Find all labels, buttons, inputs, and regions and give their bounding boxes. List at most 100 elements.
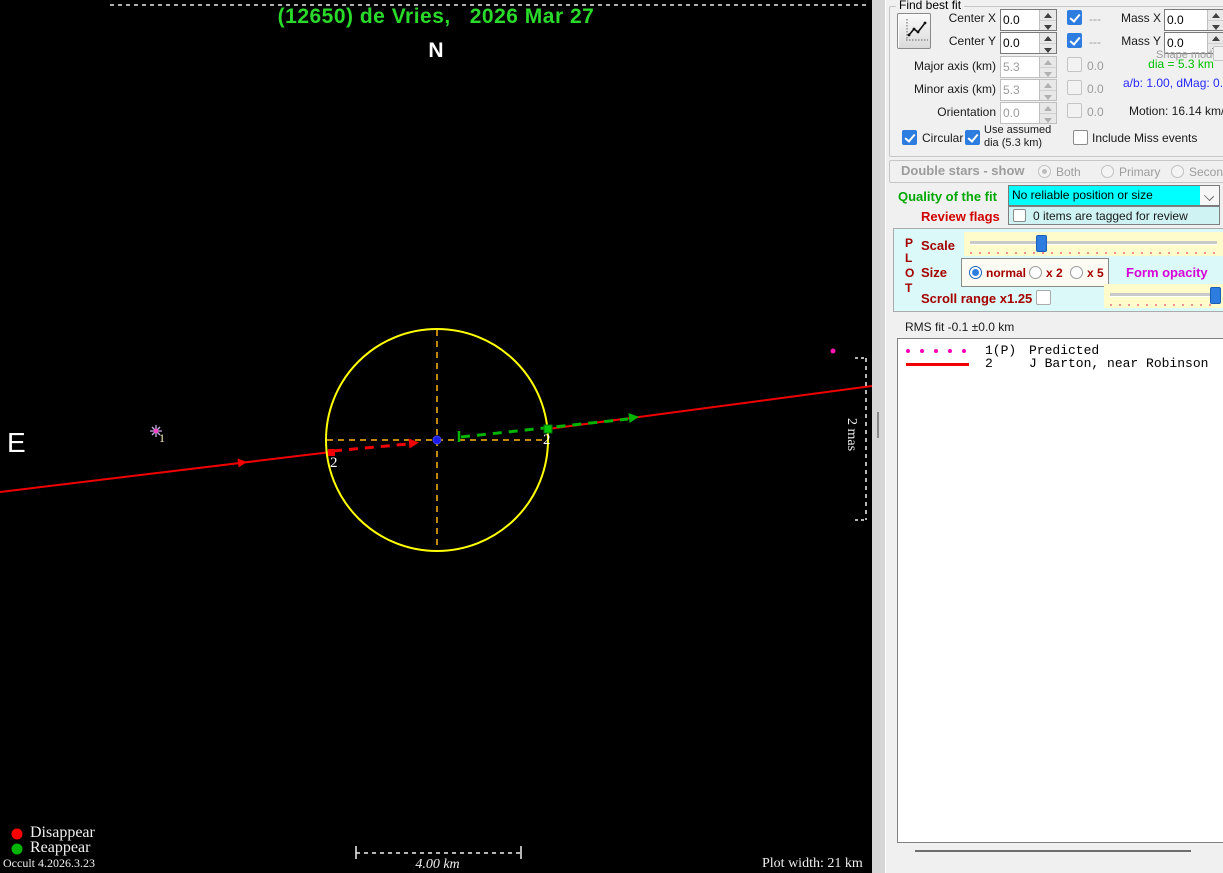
double-stars-both-label: Both (1056, 165, 1081, 179)
double-stars-group-label: Double stars - show (898, 163, 1028, 178)
app-version-label: Occult 4.2026.3.23 (3, 856, 95, 871)
mass-x-field[interactable] (1164, 9, 1223, 31)
scale-slider-thumb[interactable] (1036, 235, 1047, 252)
major-axis-field[interactable] (1000, 56, 1057, 78)
minor-axis-checkbox[interactable] (1067, 80, 1082, 95)
chord-path-line-left (0, 452, 331, 492)
size-normal-radio[interactable] (969, 266, 982, 279)
obs-name: J Barton, near Robinson (1029, 356, 1208, 371)
minor-axis-input[interactable] (1001, 80, 1039, 100)
mass-x-spinner[interactable] (1207, 10, 1223, 30)
orientation-label: Orientation (906, 105, 996, 119)
double-stars-secondary-radio[interactable] (1171, 165, 1184, 178)
km-scale-label: 4.00 km (390, 857, 485, 873)
form-opacity-slider[interactable] (1104, 284, 1223, 308)
double-stars-primary-radio[interactable] (1101, 165, 1114, 178)
minor-axis-spinner[interactable] (1039, 80, 1056, 100)
list-item[interactable]: 2 J Barton, near Robinson (898, 357, 1223, 370)
form-opacity-groove (1110, 293, 1217, 297)
plot-letter-t: T (905, 281, 912, 295)
center-y-field[interactable] (1000, 32, 1057, 54)
scale-slider-ticks (970, 252, 1217, 254)
orientation-spinner[interactable] (1039, 103, 1056, 123)
center-x-input[interactable] (1001, 10, 1039, 30)
predicted-center-dot (433, 436, 441, 444)
center-x-flag: --- (1089, 12, 1101, 26)
form-opacity-label: Form opacity (1126, 265, 1208, 280)
center-y-spinner[interactable] (1039, 33, 1056, 53)
scroll-range-label: Scroll range x1.25 (921, 291, 1032, 306)
major-axis-input[interactable] (1001, 57, 1039, 77)
center-x-spinner[interactable] (1039, 10, 1056, 30)
east-direction-label: E (7, 427, 26, 459)
double-stars-primary-label: Primary (1119, 165, 1160, 179)
rms-fit-readout: RMS fit -0.1 ±0.0 km (905, 320, 1014, 334)
plot-letter-l: L (905, 251, 912, 265)
chord-arrow-green (628, 412, 639, 423)
major-axis-spinner[interactable] (1039, 57, 1056, 77)
circular-label: Circular (922, 131, 963, 145)
plot-letter-p: P (905, 236, 913, 250)
size-x5-radio[interactable] (1070, 266, 1083, 279)
orientation-flag: 0.0 (1087, 105, 1104, 119)
predicted-path-dot (831, 349, 836, 354)
chord-disappear-dashed (333, 444, 408, 451)
panel-splitter[interactable] (872, 0, 886, 873)
motion-arrow-left (237, 457, 247, 467)
ab-dmag-readout: a/b: 1.00, dMag: 0.00 (1123, 76, 1223, 90)
disappear-legend-icon (12, 829, 23, 840)
form-opacity-thumb[interactable] (1210, 287, 1221, 304)
minor-axis-field[interactable] (1000, 79, 1057, 101)
plot-width-label: Plot width: 21 km (762, 856, 863, 872)
major-axis-flag: 0.0 (1087, 59, 1104, 73)
center-y-flag: --- (1089, 35, 1101, 49)
circular-checkbox[interactable] (902, 130, 917, 145)
dia-readout: dia = 5.3 km (1131, 57, 1223, 71)
center-y-label: Center Y (906, 34, 996, 48)
orientation-checkbox[interactable] (1067, 103, 1082, 118)
major-axis-checkbox[interactable] (1067, 57, 1082, 72)
chevron-down-icon[interactable] (1200, 186, 1219, 205)
size-x5-label: x 5 (1087, 266, 1104, 280)
scroll-range-checkbox[interactable] (1036, 290, 1051, 305)
north-direction-label: N (0, 39, 872, 63)
observations-listbox[interactable]: 1(P) Predicted 2 J Barton, near Robinson (897, 338, 1223, 843)
scale-slider[interactable] (964, 232, 1223, 256)
use-assumed-dia-checkbox[interactable] (965, 130, 980, 145)
center-x-label: Center X (906, 11, 996, 25)
occultation-plot-canvas[interactable]: (12650) de Vries, 2026 Mar 27 N E 1 2 2 … (0, 0, 872, 873)
review-flags-checkbox[interactable] (1013, 209, 1026, 222)
center-x-checkbox[interactable] (1067, 10, 1082, 25)
plot-graphics (0, 0, 872, 873)
use-assumed-label-line2: dia (5.3 km) (984, 137, 1042, 149)
double-stars-secondary-label: Secondary (1189, 165, 1223, 179)
chord2-reappear-label: 2 (543, 432, 551, 449)
review-flags-box: 0 items are tagged for review (1008, 206, 1220, 225)
orientation-field[interactable] (1000, 102, 1057, 124)
occult-window: (12650) de Vries, 2026 Mar 27 N E 1 2 2 … (0, 0, 1223, 873)
chord-arrow-red (409, 438, 420, 449)
legend-reappear-label: Reappear (30, 839, 90, 857)
mass-x-input[interactable] (1165, 10, 1207, 30)
minor-axis-flag: 0.0 (1087, 82, 1104, 96)
mas-scale-label: 2 mas (843, 418, 859, 451)
observed-solid-line-sample (898, 357, 985, 370)
review-flags-text: 0 items are tagged for review (1033, 209, 1188, 223)
include-miss-checkbox[interactable] (1073, 130, 1088, 145)
center-x-field[interactable] (1000, 9, 1057, 31)
center-y-checkbox[interactable] (1067, 33, 1082, 48)
center-y-input[interactable] (1001, 33, 1039, 53)
fit-control-panel: Find best fit Center X --- Mass X Center… (886, 0, 1223, 873)
quality-of-fit-combobox[interactable]: No reliable position or size (1008, 185, 1220, 206)
double-stars-both-radio[interactable] (1038, 165, 1051, 178)
review-flags-label: Review flags (921, 209, 1000, 224)
predicted-dotted-line-sample (898, 344, 985, 357)
size-normal-label: normal (986, 266, 1026, 280)
size-x2-radio[interactable] (1029, 266, 1042, 279)
size-option-box: normal x 2 x 5 (961, 258, 1109, 287)
scale-slider-groove (970, 241, 1217, 245)
plot-title: (12650) de Vries, 2026 Mar 27 (0, 5, 872, 29)
size-x2-label: x 2 (1046, 266, 1063, 280)
horizontal-scrollbar[interactable] (915, 850, 1191, 852)
orientation-input[interactable] (1001, 103, 1039, 123)
